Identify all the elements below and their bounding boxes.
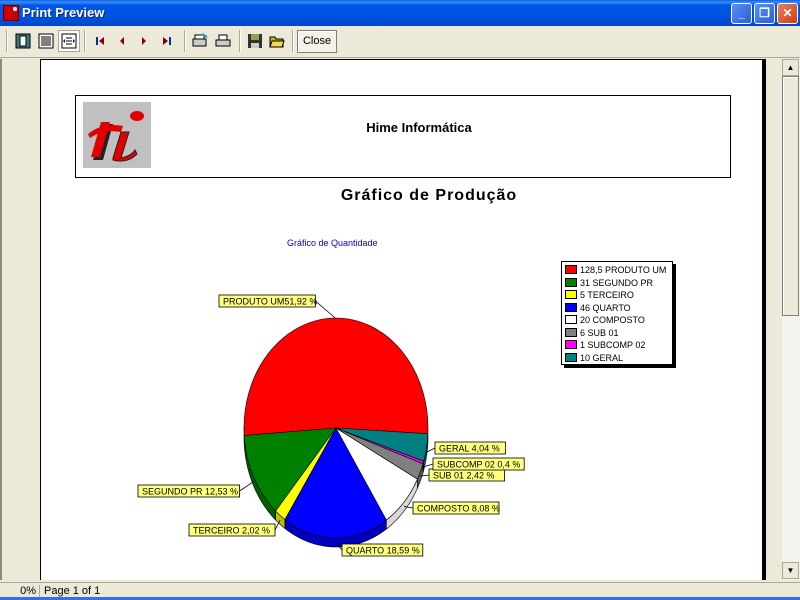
slice-label: PRODUTO UM51,92 % [223, 297, 317, 307]
minimize-button[interactable]: _ [731, 3, 752, 24]
legend-item: 10 GERAL [565, 352, 669, 365]
save-icon [248, 34, 262, 48]
slice-label: QUARTO 18,59 % [346, 546, 420, 556]
legend-swatch [565, 315, 577, 324]
open-button[interactable] [266, 30, 288, 52]
print-icon [215, 34, 231, 47]
arrow-down-icon: ▼ [786, 566, 795, 575]
close-window-button[interactable]: ✕ [777, 3, 798, 24]
legend-label: 46 QUARTO [580, 302, 631, 313]
slice-label: COMPOSTO 8,08 % [417, 504, 500, 514]
separator [84, 30, 86, 52]
window-title: Print Preview [22, 5, 105, 20]
save-button[interactable] [244, 30, 266, 52]
legend-label: 128,5 PRODUTO UM [580, 265, 667, 275]
legend-label: 10 GERAL [580, 352, 624, 363]
separator [292, 30, 294, 52]
print-button[interactable] [212, 30, 234, 52]
legend-item: 1 SUBCOMP 02 [565, 339, 669, 352]
slice-label: SUBCOMP 02 0,4 % [437, 460, 520, 470]
scroll-up-button[interactable]: ▲ [782, 59, 799, 76]
pie-slice [243, 317, 429, 436]
title-bar: Print Preview _ ❐ ✕ [0, 0, 800, 26]
toolbar: Close [0, 26, 800, 58]
legend-item: 128,5 PRODUTO UM [565, 264, 669, 277]
leader-line [239, 481, 254, 492]
scroll-thumb[interactable] [782, 76, 799, 316]
printer-setup-button[interactable] [189, 30, 211, 52]
prior-page-button[interactable] [111, 30, 133, 52]
page-width-icon [38, 33, 54, 49]
legend-item: 5 TERCEIRO [565, 289, 669, 302]
legend-swatch [565, 327, 577, 337]
legend-item: 20 COMPOSTO [565, 314, 669, 327]
minimize-icon: _ [738, 6, 745, 20]
printer-setup-icon [192, 33, 208, 47]
chart-legend: 128,5 PRODUTO UM 31 SEGUNDO PR 5 TERCEIRO 4… [561, 261, 673, 365]
report-page: Hime Informática Gráfico de Produção Grá… [40, 59, 766, 580]
leader-line [315, 300, 336, 319]
zoom-100-button[interactable] [58, 30, 80, 52]
first-page-icon [96, 37, 104, 45]
slice-label: TERCEIRO 2,02 % [193, 526, 270, 536]
close-button[interactable]: Close [297, 30, 337, 53]
legend-label: 20 COMPOSTO [580, 315, 645, 325]
vertical-scrollbar[interactable]: ▲ ▼ [782, 59, 800, 580]
arrow-up-icon: ▲ [786, 63, 795, 72]
prior-page-icon [120, 37, 124, 45]
close-icon: ✕ [782, 6, 793, 20]
restore-button[interactable]: ❐ [754, 3, 775, 24]
zoom-100-icon [61, 33, 77, 49]
slice-label: GERAL 4,04 % [439, 444, 500, 454]
legend-label: 1 SUBCOMP 02 [580, 340, 646, 350]
app-icon [3, 5, 19, 21]
slice-label: SUB 01 2,42 % [433, 471, 495, 481]
legend-swatch [565, 265, 577, 274]
legend-swatch [565, 302, 577, 312]
separator [239, 30, 241, 52]
legend-swatch [565, 277, 577, 287]
legend-label: 5 TERCEIRO [580, 290, 634, 300]
legend-label: 6 SUB 01 [580, 327, 619, 338]
legend-item: 46 QUARTO [565, 302, 669, 315]
first-page-button[interactable] [89, 30, 111, 52]
leader-line [426, 447, 436, 453]
legend-swatch [565, 290, 577, 299]
last-page-icon [163, 37, 171, 45]
legend-swatch [565, 352, 577, 362]
separator [6, 30, 8, 52]
page-width-button[interactable] [35, 30, 57, 52]
separator [184, 30, 186, 52]
last-page-button[interactable] [156, 30, 178, 52]
scroll-down-button[interactable]: ▼ [782, 562, 799, 579]
preview-area: Hime Informática Gráfico de Produção Grá… [0, 59, 782, 580]
restore-icon: ❐ [759, 6, 770, 20]
whole-page-button[interactable] [12, 30, 34, 52]
open-folder-icon [269, 36, 285, 48]
whole-page-icon [15, 33, 31, 49]
page-info: Page 1 of 1 [44, 585, 101, 597]
legend-item: 31 SEGUNDO PR [565, 277, 669, 290]
slice-label: SEGUNDO PR 12,53 % [142, 487, 238, 497]
legend-label: 31 SEGUNDO PR [580, 277, 654, 288]
legend-swatch [565, 340, 577, 349]
next-page-button[interactable] [133, 30, 155, 52]
next-page-icon [142, 37, 146, 45]
legend-item: 6 SUB 01 [565, 327, 669, 340]
